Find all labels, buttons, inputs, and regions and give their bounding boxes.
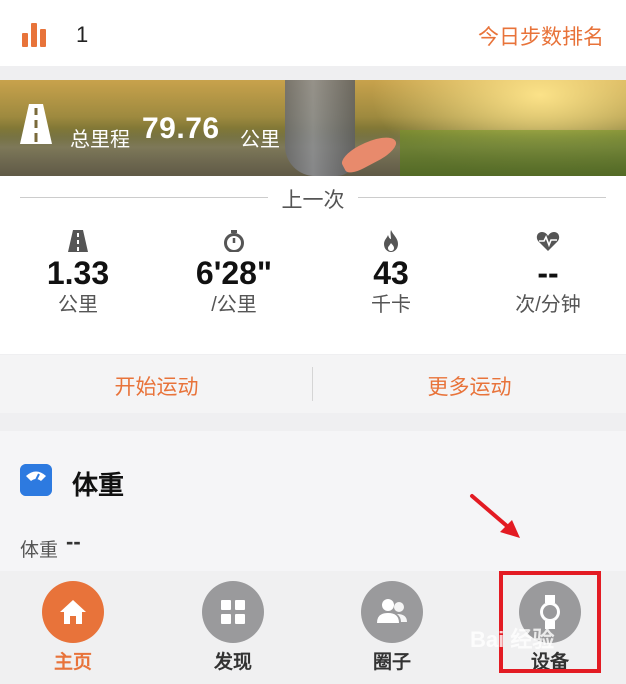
heart-rate-icon — [536, 232, 560, 251]
weight-title: 体重 — [72, 470, 125, 500]
stat-pace-unit: /公里 — [211, 294, 257, 316]
tab-circle-label: 圈子 — [372, 652, 411, 673]
rank-number: 1 — [76, 22, 89, 47]
road-icon — [68, 230, 88, 252]
stat-calories: 43 千卡 — [313, 230, 469, 318]
stat-pace: 6'28" /公里 — [156, 230, 312, 318]
more-workouts-button[interactable]: 更多运动 — [313, 371, 626, 401]
stat-heart-rate-unit: 次/分钟 — [515, 294, 581, 316]
start-workout-button[interactable]: 开始运动 — [0, 371, 313, 401]
total-distance-banner[interactable]: 总里程 79.76 公里 — [0, 80, 626, 176]
tab-home[interactable]: 主页 — [18, 581, 128, 674]
stat-calories-unit: 千卡 — [371, 294, 411, 316]
last-session-card[interactable]: 上一次 1.33 公里 6'28" /公里 43 千卡 -- 次/分钟 — [0, 176, 626, 354]
weight-card[interactable]: 体重 体重 -- — [0, 431, 626, 571]
tab-home-label: 主页 — [53, 652, 92, 673]
stat-heart-rate: -- 次/分钟 — [470, 230, 626, 318]
banner-grass-background — [400, 130, 626, 176]
weight-value: -- — [66, 529, 81, 554]
tab-discover-label: 发现 — [213, 652, 252, 673]
stat-distance-value: 1.33 — [46, 255, 110, 291]
weight-label: 体重 — [20, 540, 59, 561]
watermark: Bai 经验 — [470, 627, 555, 652]
road-icon — [20, 104, 52, 144]
stat-distance: 1.33 公里 — [0, 230, 156, 318]
tab-circle[interactable]: 圈子 — [337, 581, 447, 674]
scale-icon — [20, 464, 52, 496]
stopwatch-icon — [224, 230, 244, 252]
total-distance-value: 79.76 — [142, 112, 220, 145]
home-icon — [42, 581, 104, 643]
stat-pace-value: 6'28" — [195, 255, 273, 291]
total-distance-unit: 公里 — [240, 129, 280, 151]
step-rank-bar[interactable]: 1 今日步数排名 — [0, 0, 626, 66]
total-distance-label: 总里程 — [70, 129, 130, 151]
tab-discover[interactable]: 发现 — [178, 581, 288, 674]
stat-heart-rate-value: -- — [537, 255, 559, 291]
flame-icon — [384, 230, 398, 252]
annotation-arrow — [470, 494, 520, 538]
stat-calories-value: 43 — [373, 255, 409, 291]
stat-distance-unit: 公里 — [58, 294, 98, 316]
last-session-title: 上一次 — [268, 184, 358, 212]
people-icon — [361, 581, 423, 643]
workout-action-bar: 开始运动 更多运动 — [0, 355, 626, 413]
grid-icon — [202, 581, 264, 643]
today-step-rank-link[interactable]: 今日步数排名 — [478, 21, 604, 51]
bar-chart-icon — [22, 21, 50, 47]
